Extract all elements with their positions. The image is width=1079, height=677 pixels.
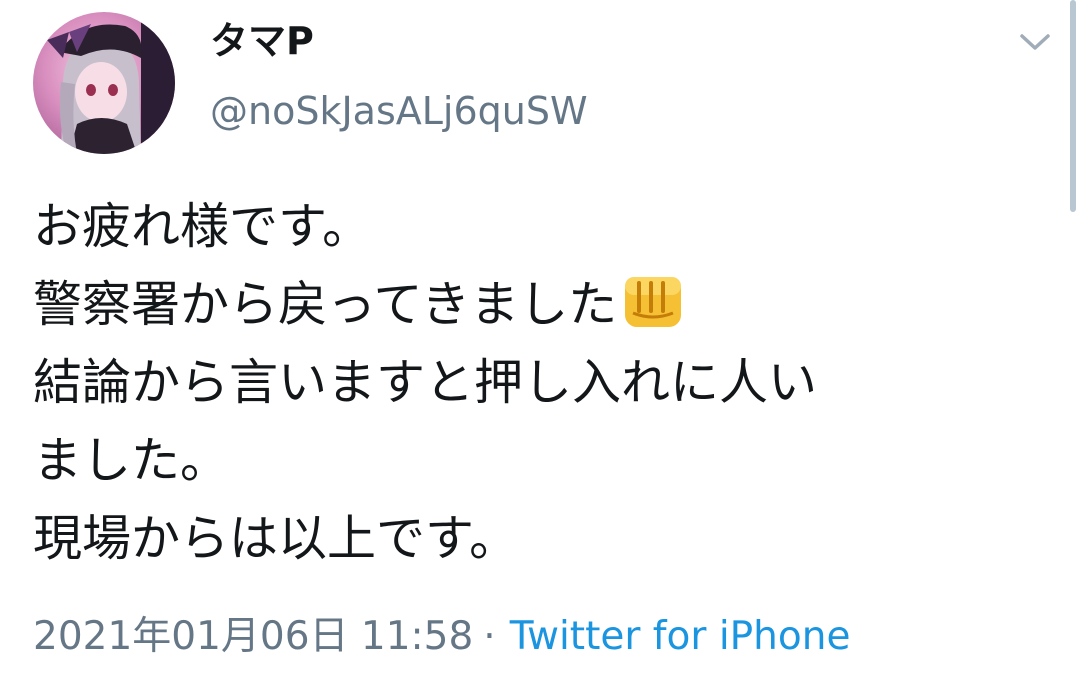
tweet-meta: 2021年01月06日 11:58 · Twitter for iPhone (33, 612, 850, 662)
user-handle[interactable]: @noSkJasALj6quSW (210, 88, 588, 134)
anime-avatar-icon (47, 12, 175, 154)
tweet-line-with-emoji: 警察署から戻ってきました (33, 266, 1063, 344)
tweet-line: ました。 (33, 432, 230, 489)
avatar[interactable] (33, 12, 175, 154)
tweet-card: タマP @noSkJasALj6quSW お疲れ様です。 警察署から戻ってきまし… (0, 0, 1079, 677)
tweet-timestamp[interactable]: 2021年01月06日 11:58 (33, 614, 473, 659)
tweet-line: お疲れ様です。 (33, 198, 372, 255)
scrollbar[interactable] (1070, 0, 1076, 212)
tweet-line: 現場からは以上です。 (33, 510, 519, 567)
tweet-line-text: 警察署から戻ってきました (33, 276, 618, 333)
tweet-text: お疲れ様です。 警察署から戻ってきました 結論から言いますと押し入れに人い まし… (33, 188, 1063, 578)
display-name[interactable]: タマP (210, 18, 314, 64)
tweet-line: 結論から言いますと押し入れに人い (33, 354, 818, 411)
meta-separator: · (483, 614, 496, 659)
chevron-down-icon[interactable] (1018, 28, 1052, 56)
fist-bump-emoji-icon (625, 277, 682, 327)
tweet-source-link[interactable]: Twitter for iPhone (510, 614, 851, 659)
